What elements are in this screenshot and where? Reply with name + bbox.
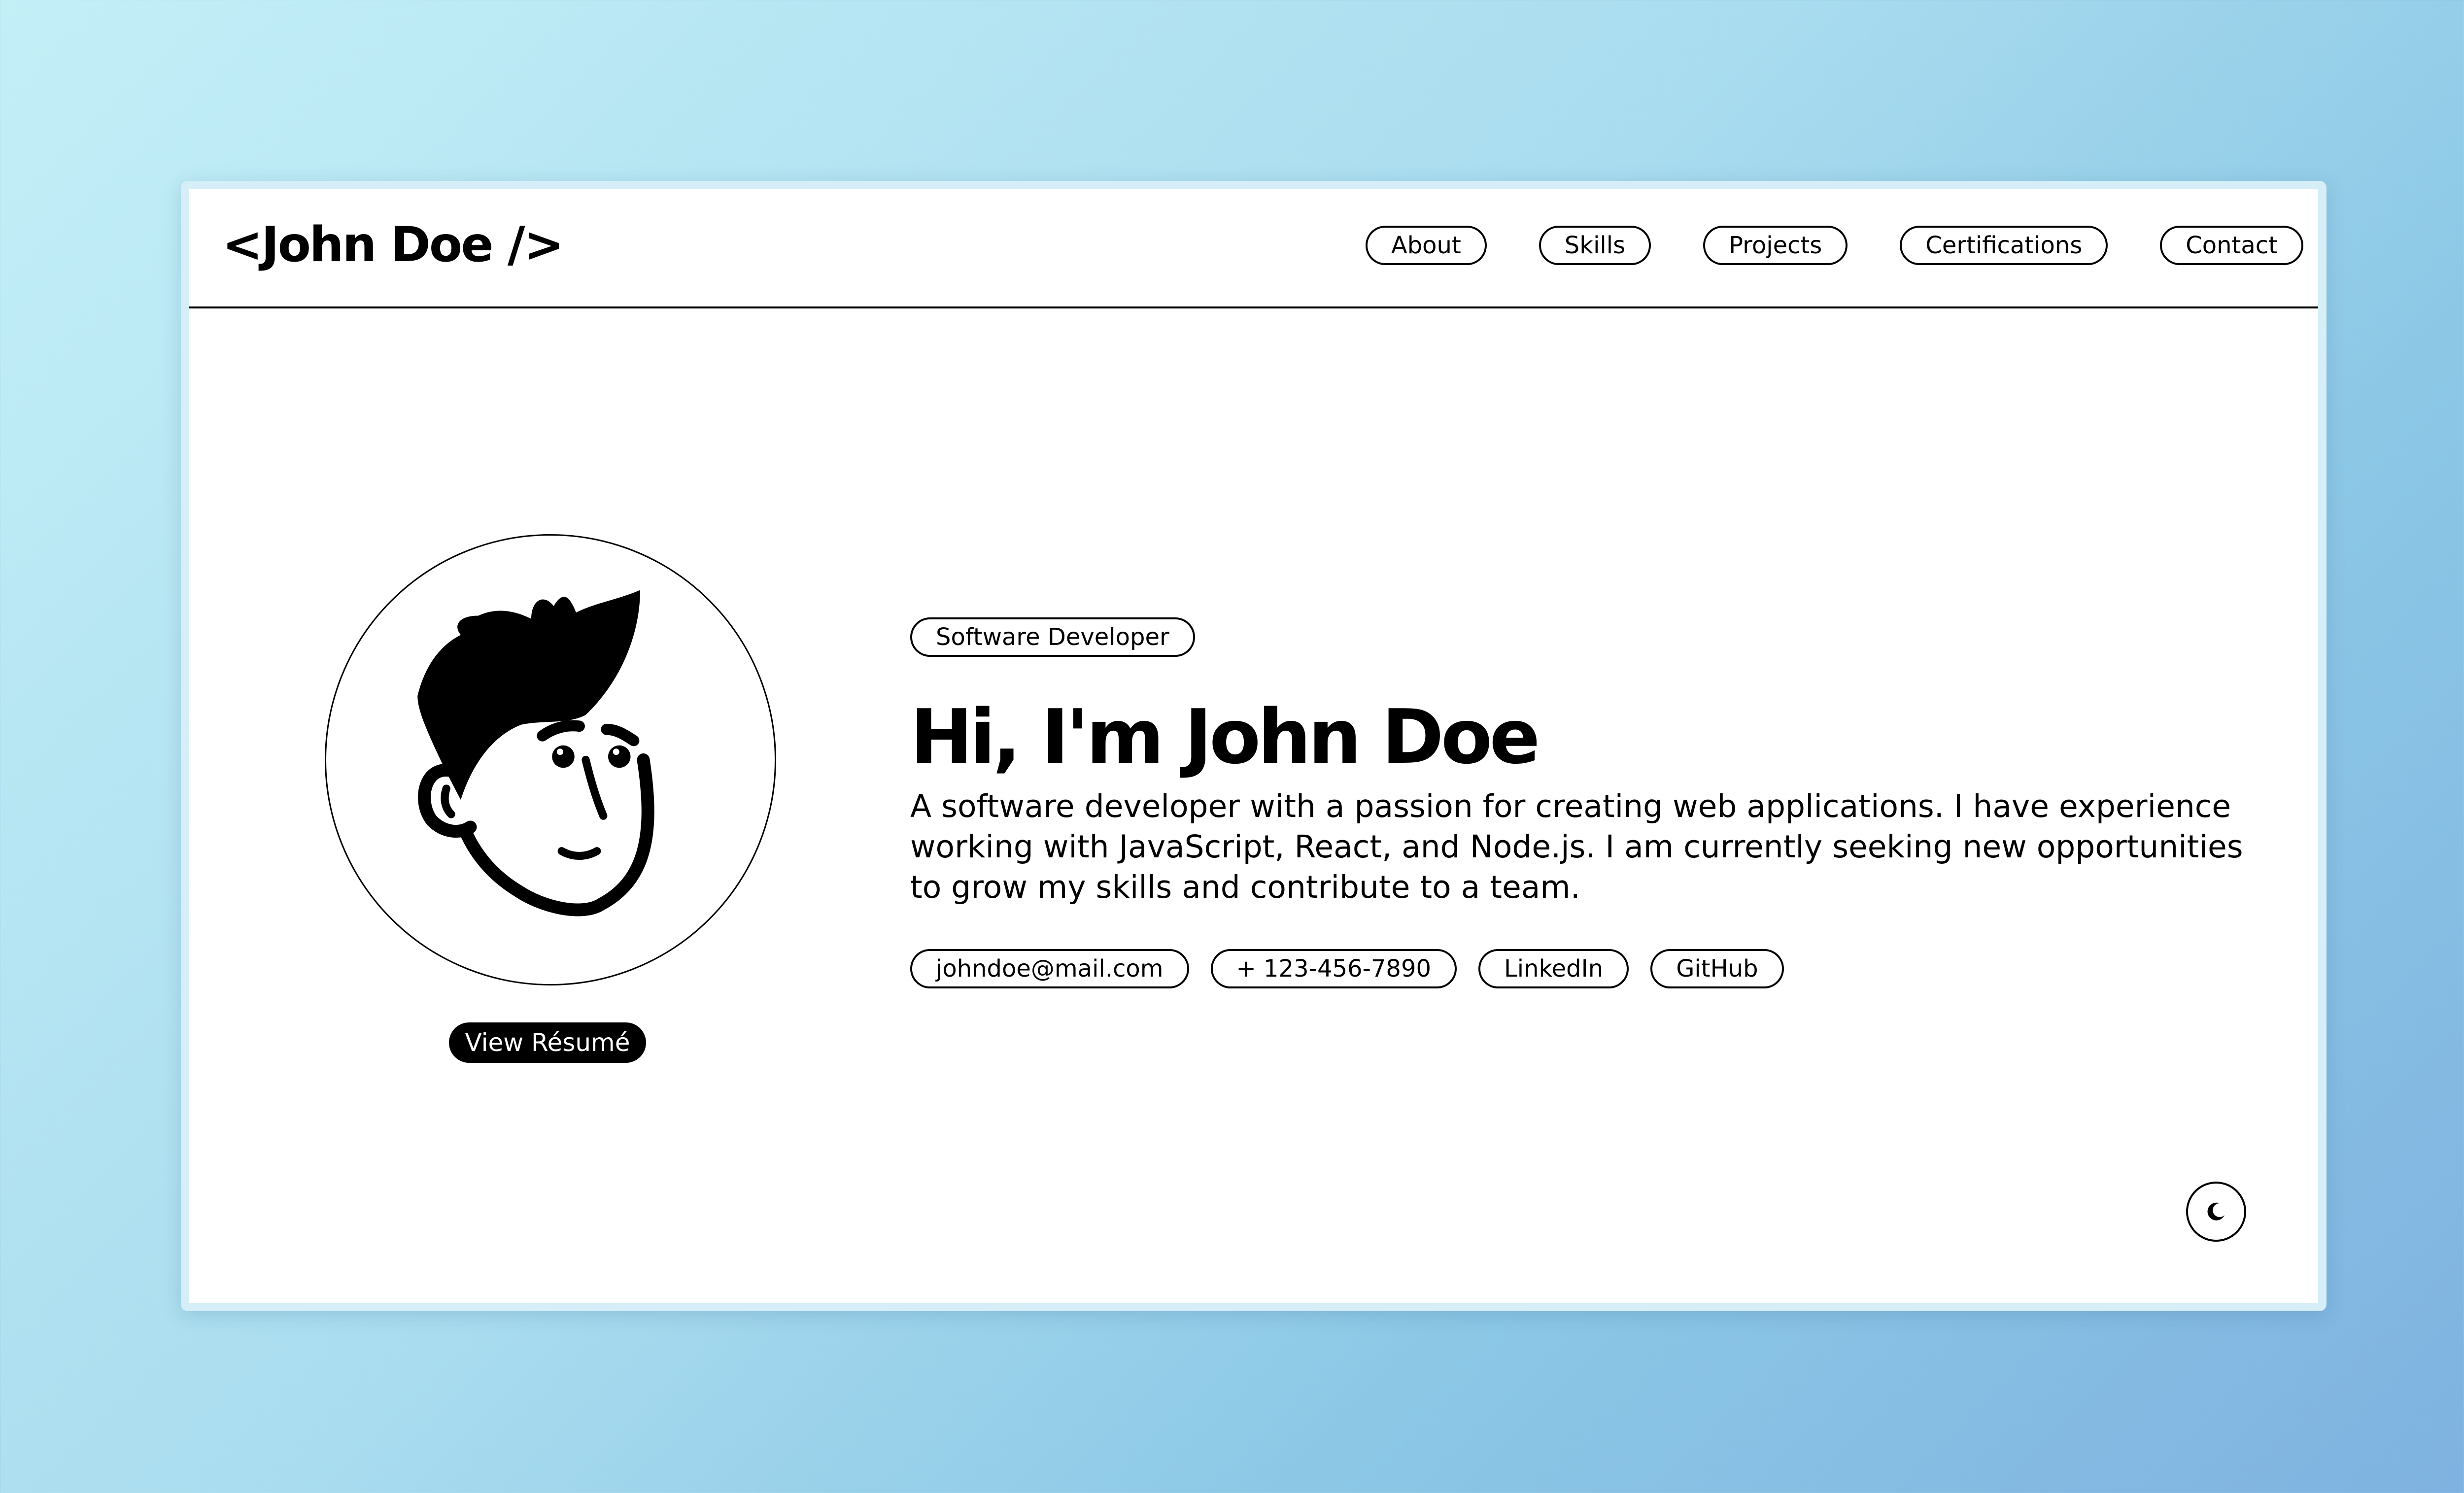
- hero-title: Hi, I'm John Doe: [910, 693, 1540, 780]
- contact-links: johndoe@mail.com + 123-456-7890 LinkedIn…: [910, 949, 1784, 988]
- portfolio-window: <John Doe /> About Skills Projects Certi…: [181, 181, 2327, 1311]
- role-badge: Software Developer: [910, 617, 1195, 657]
- theme-toggle-button[interactable]: [2186, 1182, 2246, 1242]
- nav-certifications[interactable]: Certifications: [1900, 226, 2108, 265]
- moon-icon: [2207, 1202, 2224, 1221]
- site-header: <John Doe /> About Skills Projects Certi…: [189, 189, 2318, 308]
- view-resume-button[interactable]: View Résumé: [449, 1022, 646, 1063]
- phone-link[interactable]: + 123-456-7890: [1210, 949, 1457, 988]
- main-nav: About Skills Projects Certifications Con…: [1365, 226, 2303, 265]
- avatar: [325, 534, 776, 985]
- linkedin-link[interactable]: LinkedIn: [1478, 949, 1629, 988]
- nav-skills[interactable]: Skills: [1539, 226, 1651, 265]
- email-link[interactable]: johndoe@mail.com: [910, 949, 1189, 988]
- github-link[interactable]: GitHub: [1650, 949, 1784, 988]
- site-logo[interactable]: <John Doe />: [222, 216, 564, 274]
- nav-contact[interactable]: Contact: [2160, 226, 2303, 265]
- avatar-illustration: [417, 590, 654, 916]
- hero-description: A software developer with a passion for …: [910, 788, 2243, 905]
- nav-projects[interactable]: Projects: [1703, 226, 1848, 265]
- nav-about[interactable]: About: [1365, 226, 1487, 265]
